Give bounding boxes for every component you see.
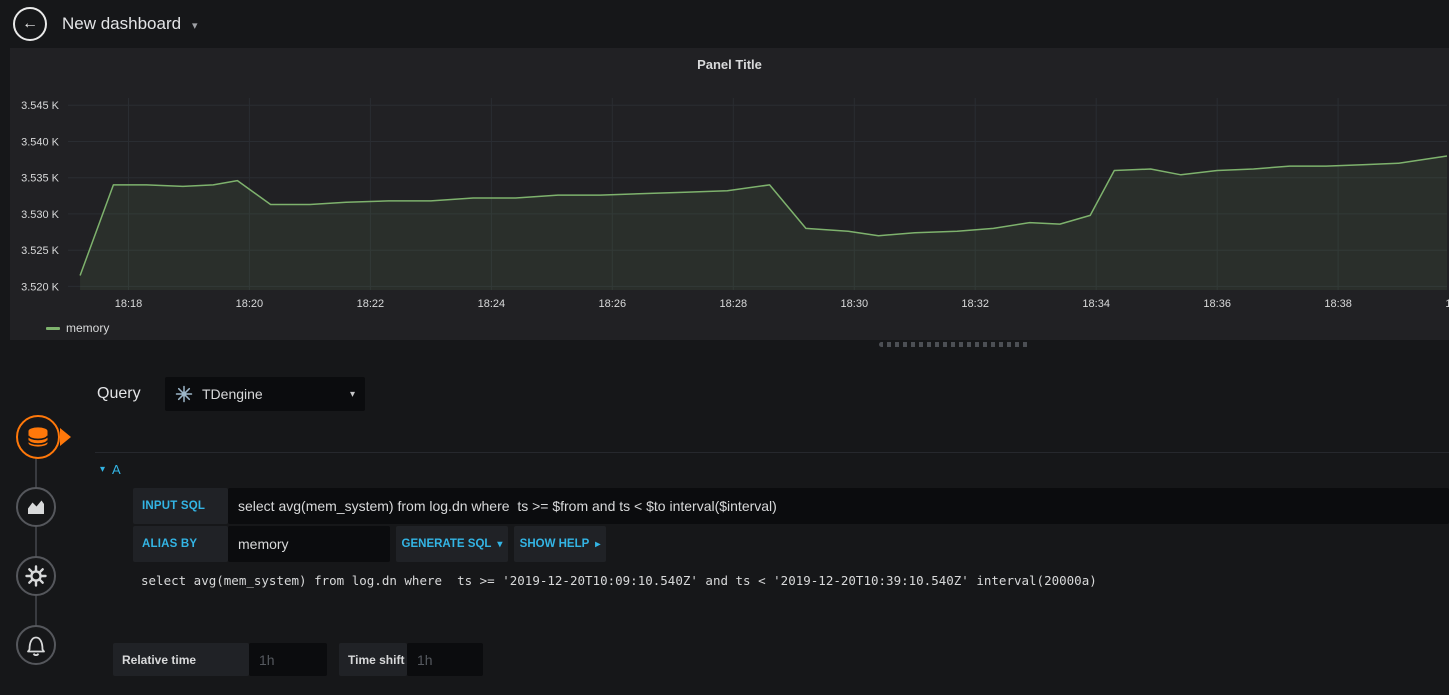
svg-text:18:34: 18:34 <box>1082 298 1110 310</box>
legend-series-label[interactable]: memory <box>66 321 109 335</box>
svg-text:18:26: 18:26 <box>599 298 627 310</box>
svg-text:3.525 K: 3.525 K <box>21 245 60 257</box>
svg-text:3.530 K: 3.530 K <box>21 209 60 221</box>
svg-text:3.535 K: 3.535 K <box>21 173 60 185</box>
chevron-down-icon[interactable]: ▾ <box>192 2 198 50</box>
time-shift-input[interactable] <box>407 643 483 676</box>
datasource-name: TDengine <box>202 386 263 402</box>
tab-alert[interactable] <box>16 625 56 665</box>
tab-queries[interactable] <box>16 415 60 459</box>
legend-series-icon <box>46 326 60 330</box>
svg-text:18:38: 18:38 <box>1324 298 1352 310</box>
tab-general[interactable] <box>16 556 56 596</box>
svg-text:18:30: 18:30 <box>841 298 869 310</box>
svg-text:18:28: 18:28 <box>720 298 748 310</box>
relative-time-input[interactable] <box>249 643 327 676</box>
svg-text:18:32: 18:32 <box>961 298 989 310</box>
legend: memory <box>46 321 109 335</box>
panel-title[interactable]: Panel Title <box>10 57 1449 72</box>
time-shift-label: Time shift <box>339 643 407 676</box>
show-help-button[interactable]: SHOW HELP ▸ <box>514 526 606 562</box>
svg-text:3.545 K: 3.545 K <box>21 100 60 112</box>
generate-sql-button-label: GENERATE SQL <box>401 538 492 550</box>
timeseries-chart[interactable]: 3.520 K 3.525 K 3.530 K 3.535 K 3.540 K 3.545… <box>10 88 1449 314</box>
svg-text:18:36: 18:36 <box>1203 298 1231 310</box>
chevron-down-icon: ▾ <box>349 388 355 400</box>
relative-time-label: Relative time <box>113 643 249 676</box>
dashboard-title[interactable]: New dashboard <box>62 0 181 48</box>
svg-text:18:18: 18:18 <box>115 298 143 310</box>
svg-text:18:24: 18:24 <box>478 298 506 310</box>
generated-sql-text: select avg(mem_system) from log.dn where… <box>141 573 1097 588</box>
tdengine-logo-icon <box>175 385 193 403</box>
datasource-picker[interactable]: TDengine ▾ <box>165 377 365 411</box>
collapse-caret-icon: ▾ <box>100 463 106 475</box>
tab-visualization[interactable] <box>16 487 56 527</box>
chevron-right-icon: ▸ <box>595 538 601 550</box>
graph-panel: Panel Title 3.520 K 3.525 K 3.530 K 3.535 K… <box>10 48 1449 340</box>
query-row-header[interactable]: ▾ A <box>100 459 121 479</box>
chevron-down-icon: ▾ <box>497 538 503 550</box>
alias-by-label: ALIAS BY <box>133 526 228 562</box>
back-arrow-icon: ← <box>22 15 38 32</box>
query-section-title: Query <box>97 385 141 402</box>
database-icon <box>27 427 49 447</box>
back-button[interactable]: ← <box>13 7 47 41</box>
panel-resize-handle[interactable] <box>879 342 1029 347</box>
input-sql-field[interactable] <box>228 488 1449 524</box>
chart-icon <box>28 500 44 514</box>
svg-text:3.540 K: 3.540 K <box>21 137 60 149</box>
app-root: ← New dashboard ▾ Panel Title 3.520 K 3.5… <box>0 0 1449 695</box>
alias-by-field[interactable] <box>228 526 390 562</box>
svg-text:3.520 K: 3.520 K <box>21 281 60 293</box>
show-help-button-label: SHOW HELP <box>519 538 590 550</box>
query-ref-id: A <box>112 461 121 477</box>
tab-connector-line <box>35 437 37 645</box>
input-sql-label: INPUT SQL <box>133 488 228 524</box>
active-tab-pointer-icon <box>60 428 71 446</box>
generate-sql-button[interactable]: GENERATE SQL ▾ <box>396 526 508 562</box>
gear-icon <box>25 565 47 587</box>
svg-text:18:40: 18:40 <box>1445 298 1449 310</box>
bell-icon <box>27 636 45 656</box>
svg-text:18:20: 18:20 <box>236 298 264 310</box>
query-row-divider <box>95 452 1449 453</box>
svg-text:18:22: 18:22 <box>357 298 385 310</box>
